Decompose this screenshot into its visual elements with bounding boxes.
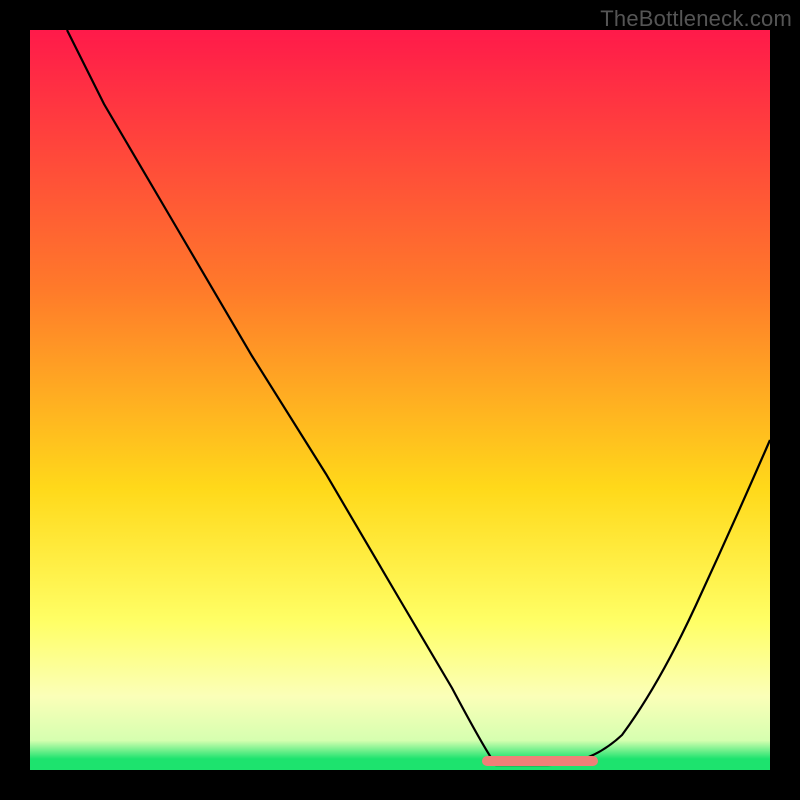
trough-marker	[482, 756, 598, 766]
watermark-text: TheBottleneck.com	[600, 6, 792, 32]
plot-frame	[30, 30, 770, 770]
bottleneck-curve	[30, 30, 770, 770]
